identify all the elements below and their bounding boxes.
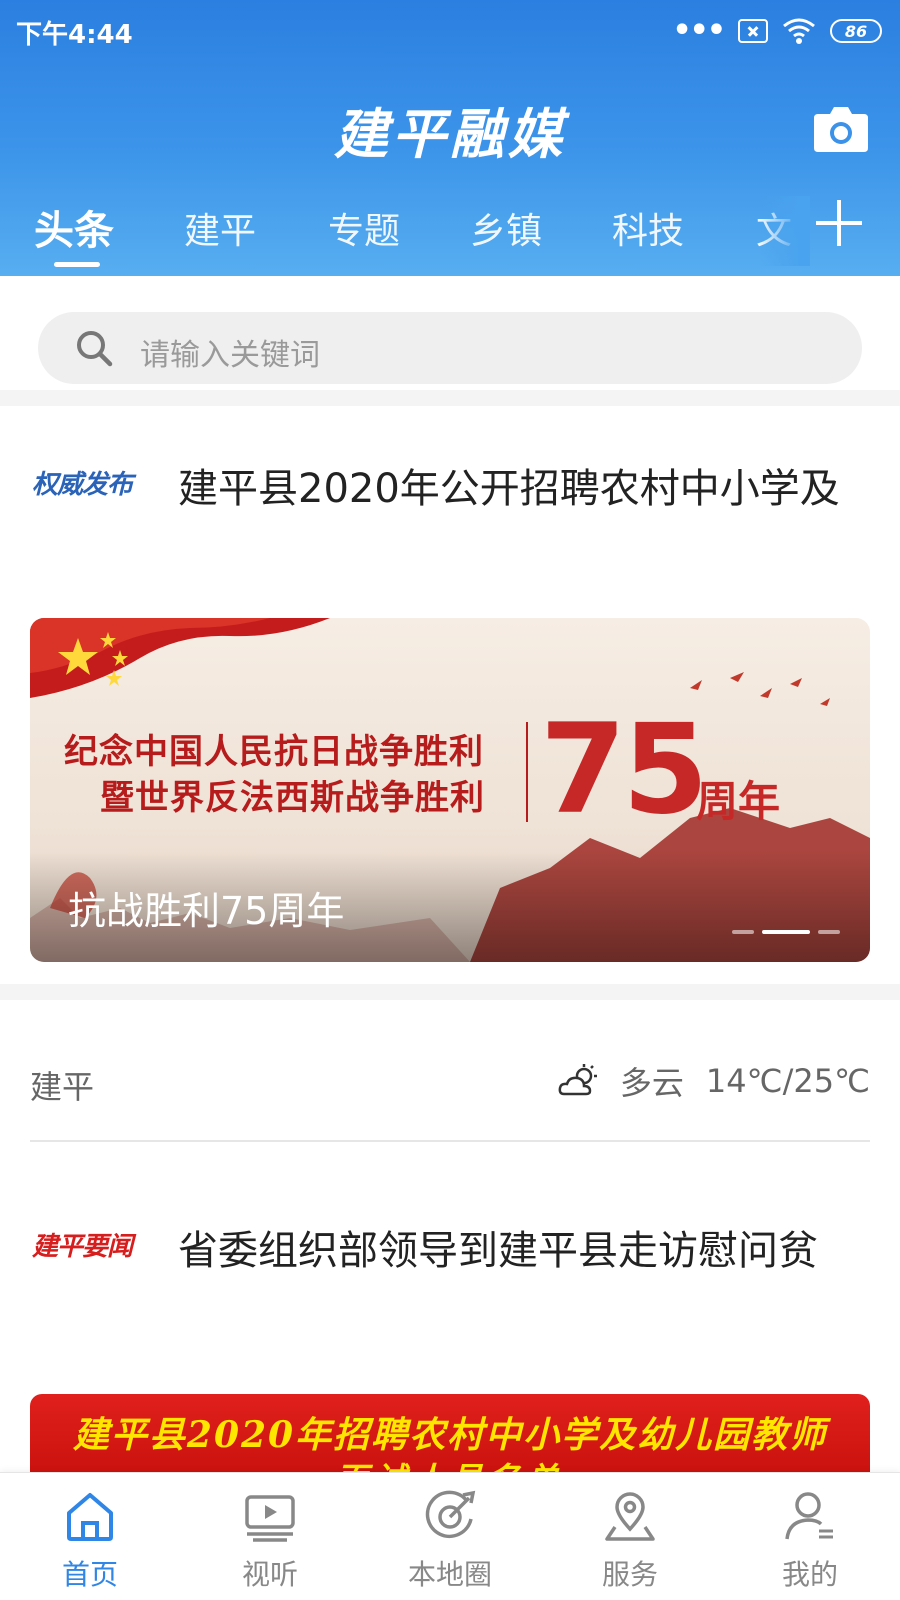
nav-profile[interactable]: 我的 bbox=[720, 1473, 900, 1600]
recruitment-banner[interactable]: 建平县2020年招聘农村中小学及幼儿园教师 面试人员名单 bbox=[30, 1394, 870, 1484]
wifi-icon bbox=[783, 18, 815, 44]
battery-indicator: 86 bbox=[830, 19, 882, 43]
nav-video[interactable]: 视听 bbox=[180, 1473, 360, 1600]
banner-anniversary-number: 75 bbox=[540, 698, 709, 842]
banner-headline-1: 纪念中国人民抗日战争胜利 bbox=[64, 732, 484, 772]
channel-tabs: 头条 建平 专题 乡镇 科技 文 bbox=[0, 196, 800, 276]
search-area: 请输入关键词 bbox=[0, 276, 900, 390]
camera-icon[interactable] bbox=[812, 102, 870, 154]
tab-fade bbox=[760, 196, 810, 266]
carousel-dot-active bbox=[762, 930, 810, 934]
sim-off-icon bbox=[738, 19, 768, 43]
nav-services-label: 服务 bbox=[601, 1558, 658, 1591]
user-icon bbox=[785, 1492, 833, 1540]
news-source-tag: 权威发布 bbox=[32, 470, 133, 500]
nav-services[interactable]: 服务 bbox=[540, 1473, 720, 1600]
nav-home-label: 首页 bbox=[61, 1558, 118, 1591]
tab-toutiao[interactable]: 头条 bbox=[34, 198, 114, 256]
news-title: 建平县2020年公开招聘农村中小学及 bbox=[178, 466, 840, 512]
banner-headline-2: 暨世界反法西斯战争胜利 bbox=[100, 778, 485, 818]
tab-jianping[interactable]: 建平 bbox=[184, 202, 256, 254]
nav-video-label: 视听 bbox=[241, 1558, 298, 1591]
app-title: 建平融媒 bbox=[334, 102, 566, 166]
weather-city: 建平 bbox=[30, 1068, 95, 1106]
more-dots-icon: ••• bbox=[672, 13, 726, 48]
section-divider bbox=[0, 984, 900, 1000]
active-tab-indicator bbox=[54, 262, 100, 267]
nav-home[interactable]: 首页 bbox=[0, 1473, 180, 1600]
news-item[interactable]: 权威发布 建平县2020年公开招聘农村中小学及 bbox=[0, 406, 900, 556]
partly-cloudy-icon bbox=[558, 1064, 597, 1096]
section-divider bbox=[0, 390, 900, 406]
search-icon bbox=[77, 331, 113, 367]
nav-local-circle-label: 本地圈 bbox=[407, 1558, 492, 1591]
circle-icon bbox=[425, 1490, 476, 1539]
banner-caption: 抗战胜利75周年 bbox=[68, 889, 345, 933]
status-icons: ••• 86 bbox=[672, 16, 882, 46]
news-item[interactable]: 建平要闻 省委组织部领导到建平县走访慰问贫 bbox=[0, 1168, 900, 1318]
status-bar: 下午4:44 ••• 86 bbox=[0, 0, 900, 60]
tab-keji[interactable]: 科技 bbox=[612, 202, 684, 254]
nav-profile-label: 我的 bbox=[781, 1558, 838, 1591]
weather-row: 建平 多云 14℃/25℃ bbox=[30, 1018, 870, 1142]
home-icon bbox=[67, 1493, 113, 1541]
carousel-banner[interactable]: 纪念中国人民抗日战争胜利 暨世界反法西斯战争胜利 75 周年 抗战胜利75周年 bbox=[30, 618, 870, 962]
search-placeholder: 请输入关键词 bbox=[140, 338, 320, 373]
news-source-tag: 建平要闻 bbox=[32, 1232, 133, 1262]
bottom-navigation: 首页 视听 本地圈 服务 我的 bbox=[0, 1472, 900, 1600]
news-title: 省委组织部领导到建平县走访慰问贫 bbox=[178, 1228, 818, 1274]
weather-info: 多云 14℃/25℃ bbox=[558, 1058, 870, 1104]
weather-temperature: 14℃/25℃ bbox=[705, 1062, 870, 1100]
weather-condition: 多云 bbox=[619, 1064, 684, 1102]
nav-local-circle[interactable]: 本地圈 bbox=[360, 1473, 540, 1600]
location-icon bbox=[605, 1492, 655, 1541]
video-icon bbox=[245, 1495, 295, 1542]
carousel-dot bbox=[732, 930, 754, 934]
status-time: 下午4:44 bbox=[16, 20, 133, 50]
recruitment-banner-title: 建平县2020年招聘农村中小学及幼儿园教师 bbox=[72, 1414, 828, 1456]
carousel-dot bbox=[818, 930, 840, 934]
search-input[interactable]: 请输入关键词 bbox=[38, 312, 862, 384]
add-channel-icon[interactable] bbox=[816, 200, 862, 246]
banner-separator bbox=[526, 722, 528, 822]
banner-anniversary-unit: 周年 bbox=[696, 777, 781, 826]
tab-zhuanti[interactable]: 专题 bbox=[328, 202, 400, 254]
app-header: 下午4:44 ••• 86 建平融媒 头条 建平 专题 乡镇 科技 文 bbox=[0, 0, 900, 276]
tab-xiangzhen[interactable]: 乡镇 bbox=[470, 202, 542, 254]
carousel-indicators bbox=[732, 930, 840, 934]
